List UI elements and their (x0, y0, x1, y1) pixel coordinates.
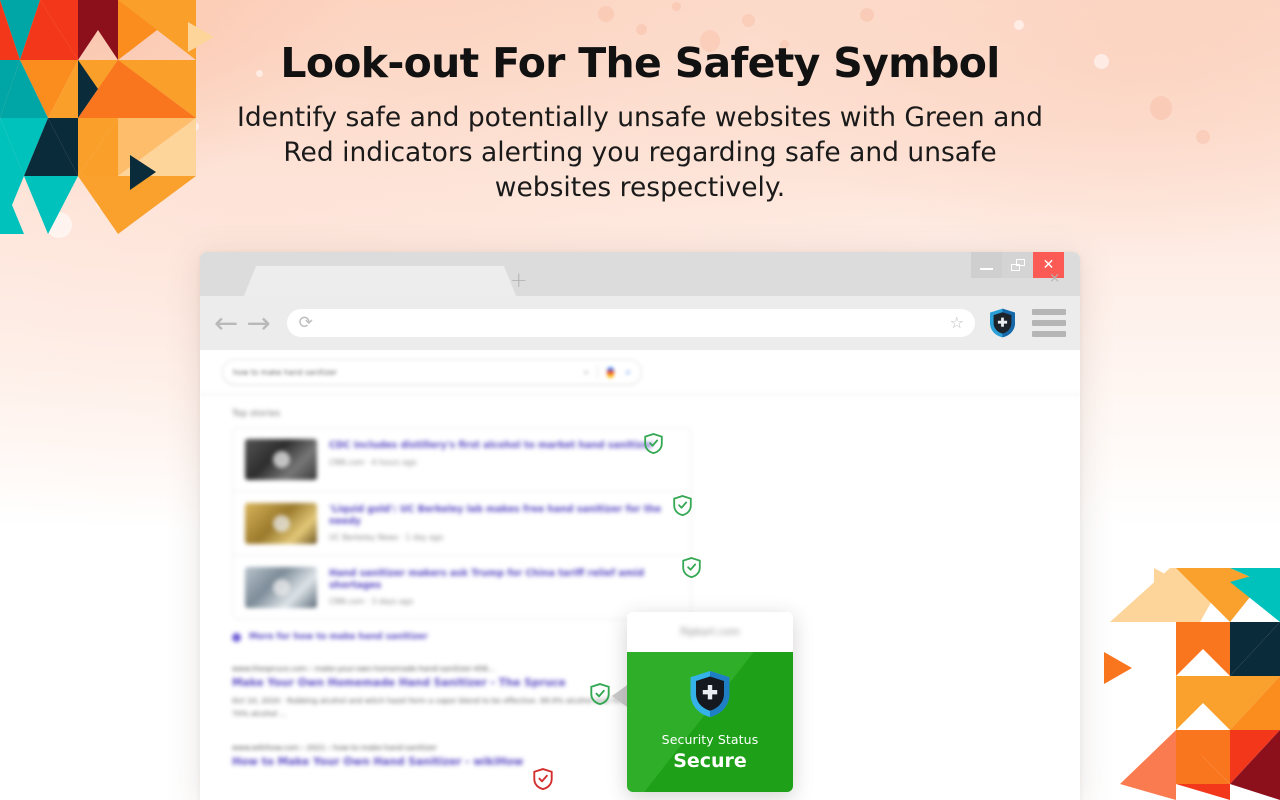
browser-toolbar: ← → ⟳ ☆ (200, 296, 1080, 350)
popup-status-label: Security Status (661, 732, 759, 747)
story-item[interactable]: 'Liquid gold': UC Berkeley lab makes fre… (233, 492, 691, 556)
menu-bar-2 (1032, 320, 1066, 326)
page-subtitle: Identify safe and potentially unsafe web… (237, 102, 1043, 204)
site-search-header: how to make hand sanitizer × ⌕ (200, 350, 1080, 395)
tab-close-icon[interactable]: × (1049, 272, 1060, 285)
shield-icon[interactable] (989, 308, 1016, 338)
top-stories-label: Top stories (232, 409, 281, 419)
menu-bar-3 (1032, 331, 1066, 337)
popup-domain-label: flipkart.com (680, 626, 740, 638)
story-thumbnail (245, 439, 317, 480)
clear-query-icon[interactable]: × (583, 368, 590, 377)
more-news-label: More for how to make hand sanitizer (249, 632, 428, 642)
story-meta: UC Berkeley News · 1 day ago (329, 533, 444, 543)
story-title[interactable]: 'Liquid gold': UC Berkeley lab makes fre… (329, 504, 679, 527)
browser-tab[interactable] (260, 266, 500, 296)
browser-titlebar: ✕ × + (200, 252, 1080, 296)
story-thumbnail (245, 567, 317, 608)
story-meta: CNN.com · 3 days ago (329, 597, 414, 607)
page-title: Look-out For The Safety Symbol (280, 39, 1000, 87)
bookmark-star-icon[interactable]: ☆ (950, 315, 964, 331)
search-input[interactable]: how to make hand sanitizer × ⌕ (222, 359, 642, 385)
popup-status-panel: Security Status Secure (627, 652, 793, 792)
search-query-text: how to make hand sanitizer (233, 367, 337, 377)
back-icon[interactable]: ← (214, 308, 238, 338)
address-bar[interactable]: ⟳ ☆ (286, 309, 975, 337)
story-item[interactable]: CDC includes distillery's first alcohol … (233, 428, 691, 492)
search-submit-icon[interactable]: ⌕ (625, 367, 631, 378)
popup-status-value: Secure (673, 750, 747, 772)
unsafe-shield-icon[interactable] (533, 768, 553, 790)
searchbox-divider (597, 365, 599, 379)
story-title[interactable]: CDC includes distillery's first alcohol … (329, 440, 679, 452)
more-news-bullet-icon (232, 632, 241, 642)
popup-domain-bar: flipkart.com (627, 612, 793, 652)
security-status-popup: flipkart.com Security Status Secure (627, 612, 793, 792)
microphone-icon[interactable] (607, 366, 615, 378)
reload-icon[interactable]: ⟳ (299, 314, 313, 332)
story-thumbnail (245, 503, 317, 544)
new-tab-button[interactable]: + (510, 270, 528, 291)
story-title[interactable]: Hand sanitizer makers ask Trump for Chin… (329, 568, 679, 591)
browser-menu-icon[interactable] (1032, 309, 1066, 337)
decoration-mosaic-bottom-right (1104, 568, 1280, 800)
forward-icon[interactable]: → (246, 308, 270, 338)
shield-plus-icon (690, 671, 730, 717)
header-block: Look-out For The Safety Symbol Identify … (0, 39, 1280, 206)
story-meta: CNN.com · 4 hours ago (329, 457, 417, 467)
menu-bar-1 (1032, 309, 1066, 315)
story-item[interactable]: Hand sanitizer makers ask Trump for Chin… (233, 556, 691, 619)
top-stories-card: CDC includes distillery's first alcohol … (232, 427, 692, 620)
tab-strip: × + (200, 266, 1080, 296)
